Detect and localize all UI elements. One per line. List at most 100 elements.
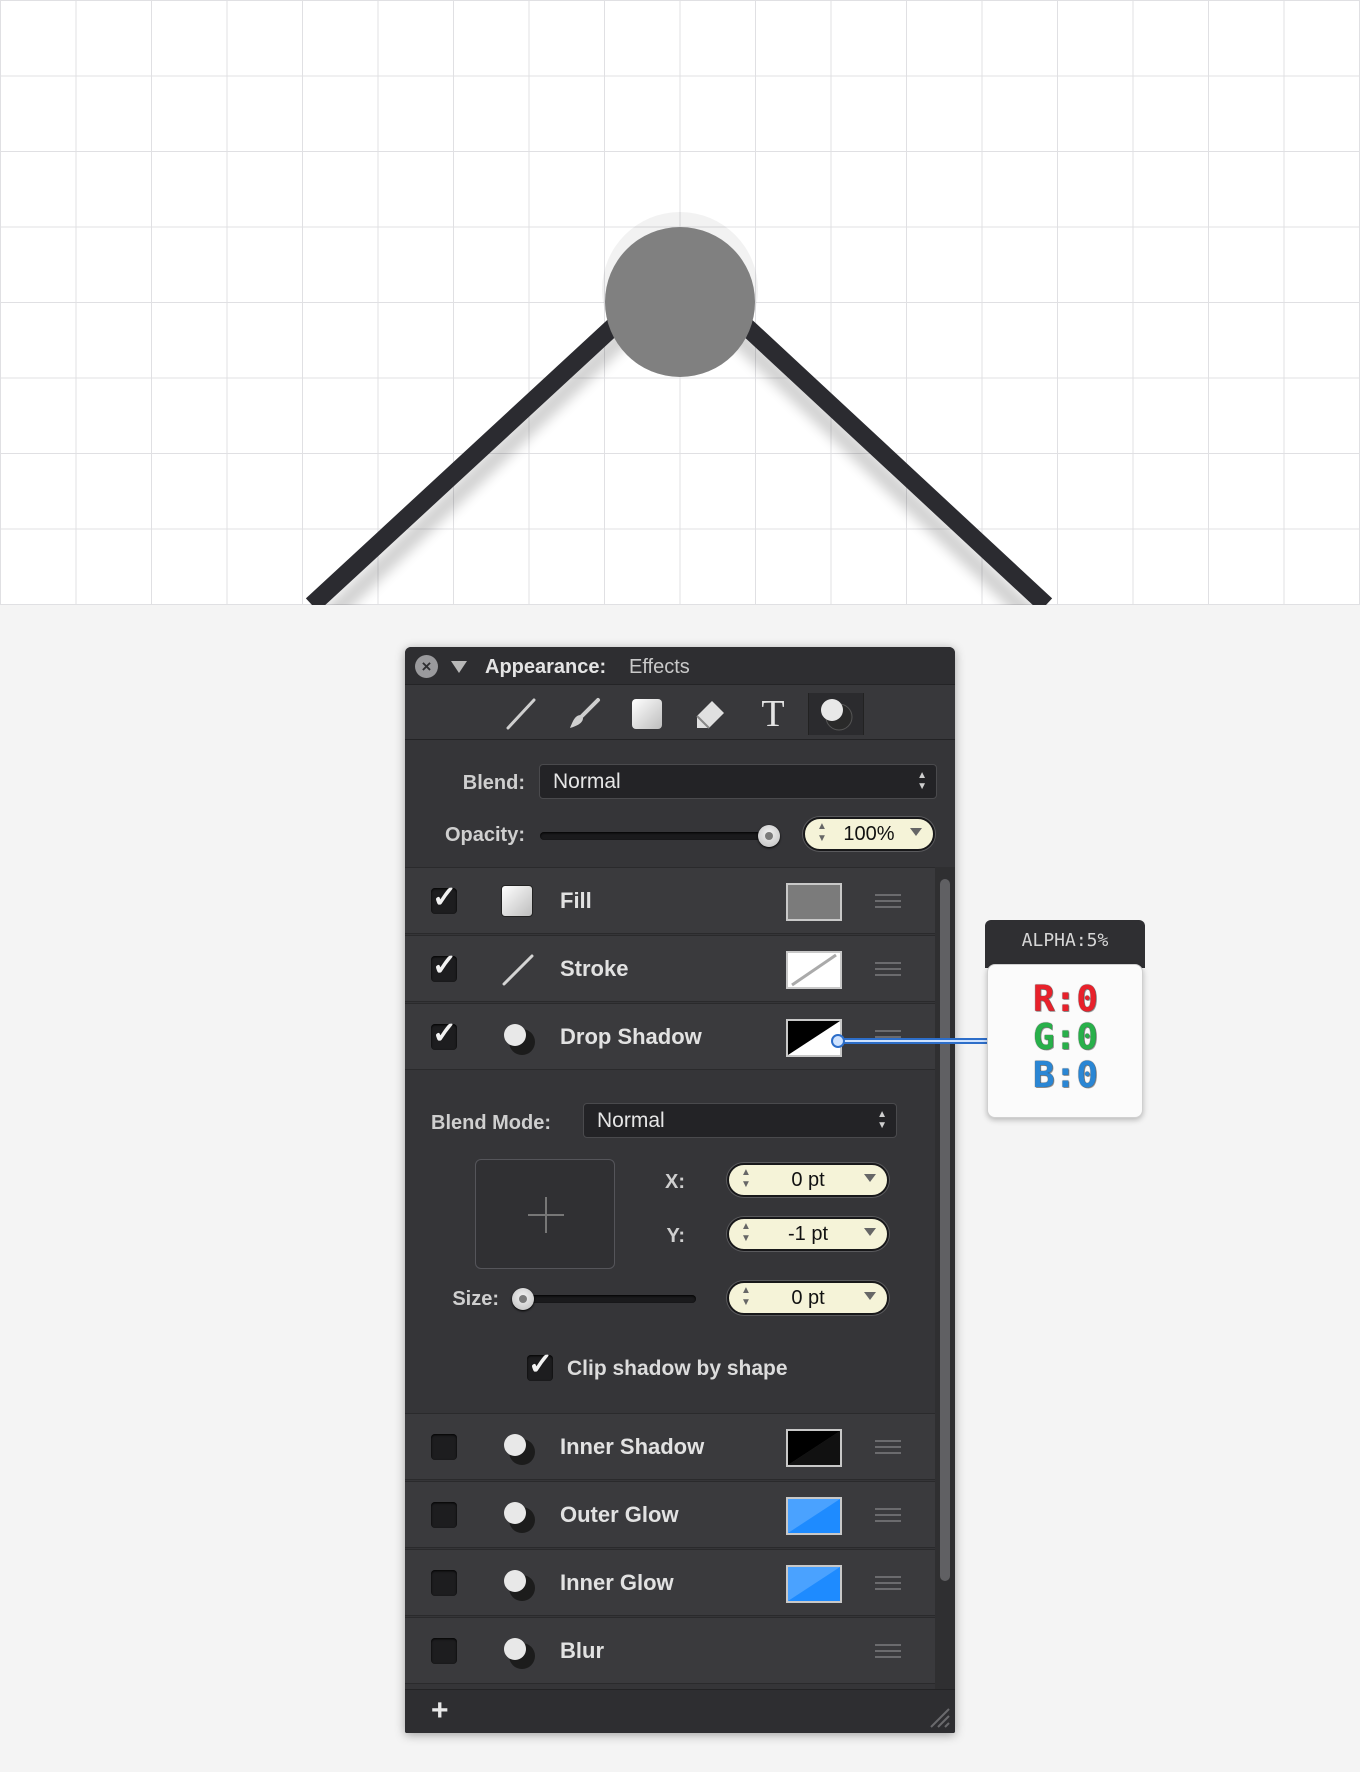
select-arrows-icon: ▲ ▼ <box>877 1109 887 1131</box>
clip-shadow-checkbox[interactable]: ✓ <box>527 1348 553 1381</box>
stepper-arrows-icon[interactable]: ▲ ▼ <box>741 1167 751 1191</box>
outer-glow-color-swatch[interactable] <box>786 1497 842 1535</box>
fill-color-swatch[interactable] <box>786 883 842 921</box>
effect-label: Drop Shadow <box>560 1024 702 1049</box>
green-value: G:0 <box>1033 1017 1099 1058</box>
effect-checkbox[interactable] <box>431 1570 457 1596</box>
effect-label: Fill <box>560 888 592 913</box>
eraser-tool-icon[interactable] <box>682 693 738 735</box>
drag-handle-icon[interactable] <box>875 962 901 976</box>
effect-row-blur[interactable]: Blur <box>405 1617 935 1684</box>
glow-effect-icon <box>501 1567 535 1601</box>
inner-shadow-color-swatch[interactable] <box>786 1429 842 1467</box>
effect-label: Inner Shadow <box>560 1434 705 1459</box>
effect-row-inner-shadow[interactable]: Inner Shadow <box>405 1413 935 1480</box>
opacity-slider-knob[interactable] <box>758 825 780 847</box>
size-label: Size: <box>452 1288 499 1310</box>
effect-row-stroke[interactable]: ✓ Stroke <box>405 935 935 1002</box>
dropdown-arrow-icon[interactable] <box>864 1174 876 1182</box>
drag-handle-icon[interactable] <box>875 1440 901 1454</box>
effect-checkbox[interactable]: ✓ <box>431 1017 457 1050</box>
text-tool-icon[interactable]: T <box>745 693 801 735</box>
x-offset-field[interactable]: ▲ ▼ 0 pt <box>727 1163 889 1197</box>
effect-row-outer-glow[interactable]: Outer Glow <box>405 1481 935 1548</box>
panel-title: Appearance: <box>485 656 607 678</box>
rgb-readout: R:0 G:0 B:0 <box>987 964 1143 1118</box>
panel-subtitle: Effects <box>629 656 690 678</box>
size-slider-track[interactable] <box>512 1295 696 1303</box>
appearance-toolbar: T <box>405 685 955 740</box>
size-field[interactable]: ▲ ▼ 0 pt <box>727 1281 889 1315</box>
effect-label: Blur <box>560 1638 604 1663</box>
effects-list: ✓ Fill ✓ Stroke ✓ Drop Shadow Blend Mode… <box>405 867 935 1689</box>
blue-value: B:0 <box>1033 1055 1099 1096</box>
crosshair-icon <box>528 1197 564 1233</box>
effect-row-fill[interactable]: ✓ Fill <box>405 867 935 934</box>
fill-icon <box>501 885 535 919</box>
effect-checkbox[interactable]: ✓ <box>431 881 457 914</box>
red-value: R:0 <box>1033 979 1099 1020</box>
size-slider-knob[interactable] <box>512 1288 534 1310</box>
scrollbar-thumb[interactable] <box>940 879 950 1581</box>
effect-label: Outer Glow <box>560 1502 679 1527</box>
blend-select[interactable]: Normal ▲ ▼ <box>539 764 937 799</box>
disclosure-triangle-icon[interactable] <box>451 661 467 673</box>
dropdown-arrow-icon[interactable] <box>864 1292 876 1300</box>
stroke-tool-icon[interactable] <box>493 693 549 735</box>
drag-handle-icon[interactable] <box>875 1644 901 1658</box>
blend-mode-label: Blend Mode: <box>431 1112 551 1134</box>
effect-checkbox[interactable] <box>431 1638 457 1664</box>
checkmark-icon: ✓ <box>432 949 458 982</box>
dropdown-arrow-icon[interactable] <box>864 1228 876 1236</box>
y-label: Y: <box>666 1225 685 1247</box>
select-arrows-icon: ▲ ▼ <box>917 770 927 792</box>
alpha-readout: ALPHA:5% <box>985 920 1145 968</box>
stepper-arrows-icon[interactable]: ▲ ▼ <box>741 1221 751 1245</box>
stepper-arrows-icon[interactable]: ▲ ▼ <box>817 821 827 845</box>
blend-mode-select[interactable]: Normal ▲ ▼ <box>583 1103 897 1138</box>
checkmark-icon: ✓ <box>528 1348 554 1381</box>
blend-mode-value: Normal <box>597 1108 665 1132</box>
brush-tool-icon[interactable] <box>556 693 612 735</box>
fill-tool-icon[interactable] <box>619 693 675 735</box>
checkmark-icon: ✓ <box>432 1017 458 1050</box>
blur-effect-icon <box>501 1635 535 1669</box>
resize-grip-icon[interactable] <box>925 1703 951 1729</box>
x-value: 0 pt <box>791 1168 825 1191</box>
effect-checkbox[interactable]: ✓ <box>431 949 457 982</box>
drop-shadow-settings: Blend Mode: Normal ▲ ▼ X: ▲ ▼ 0 pt Y: ▲ ▼ <box>405 1073 935 1427</box>
shadow-effect-icon <box>501 1431 535 1465</box>
dropdown-arrow-icon[interactable] <box>910 828 922 836</box>
opacity-field[interactable]: ▲ ▼ 100% <box>803 817 935 851</box>
x-label: X: <box>665 1171 685 1193</box>
opacity-slider-track[interactable] <box>540 832 780 840</box>
stepper-arrows-icon[interactable]: ▲ ▼ <box>741 1285 751 1309</box>
close-icon[interactable]: × <box>415 655 438 678</box>
add-effect-button[interactable]: + <box>431 1694 449 1728</box>
effect-checkbox[interactable] <box>431 1502 457 1528</box>
opacity-value: 100% <box>843 822 895 845</box>
effect-label: Stroke <box>560 956 629 981</box>
effect-row-inner-glow[interactable]: Inner Glow <box>405 1549 935 1616</box>
offset-pad[interactable] <box>475 1159 615 1269</box>
size-value: 0 pt <box>791 1286 825 1309</box>
y-value: -1 pt <box>787 1222 829 1245</box>
y-offset-field[interactable]: ▲ ▼ -1 pt <box>727 1217 889 1251</box>
inner-glow-color-swatch[interactable] <box>786 1565 842 1603</box>
stroke-color-swatch[interactable] <box>786 951 842 989</box>
opacity-label: Opacity: <box>444 824 525 846</box>
effect-label: Inner Glow <box>560 1570 674 1595</box>
drag-handle-icon[interactable] <box>875 1576 901 1590</box>
design-canvas[interactable] <box>0 0 1360 605</box>
effect-checkbox[interactable] <box>431 1434 457 1460</box>
drag-handle-icon[interactable] <box>875 1508 901 1522</box>
path-node <box>605 227 755 377</box>
effects-tool-icon[interactable] <box>808 693 864 735</box>
drag-handle-icon[interactable] <box>875 894 901 908</box>
blend-opacity-section: Blend: Normal ▲ ▼ Opacity: ▲ ▼ 100% <box>405 741 955 865</box>
panel-titlebar: × Appearance: Effects <box>405 647 955 685</box>
blend-value: Normal <box>553 769 621 793</box>
checkmark-icon: ✓ <box>432 881 458 914</box>
stroke-icon <box>501 953 535 987</box>
shadow-effect-icon <box>501 1021 535 1055</box>
